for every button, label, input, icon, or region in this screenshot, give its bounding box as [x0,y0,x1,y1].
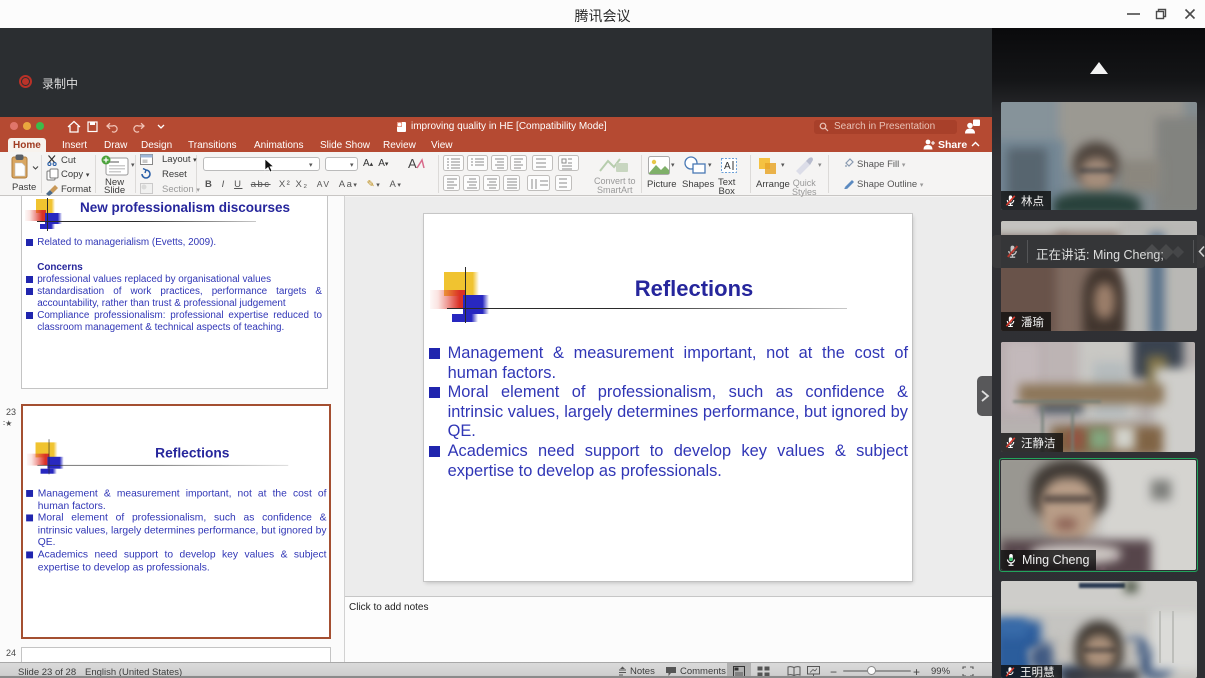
svg-text:Share: Share [938,139,967,151]
svg-text:A: A [724,161,731,172]
svg-text:A: A [408,156,417,171]
